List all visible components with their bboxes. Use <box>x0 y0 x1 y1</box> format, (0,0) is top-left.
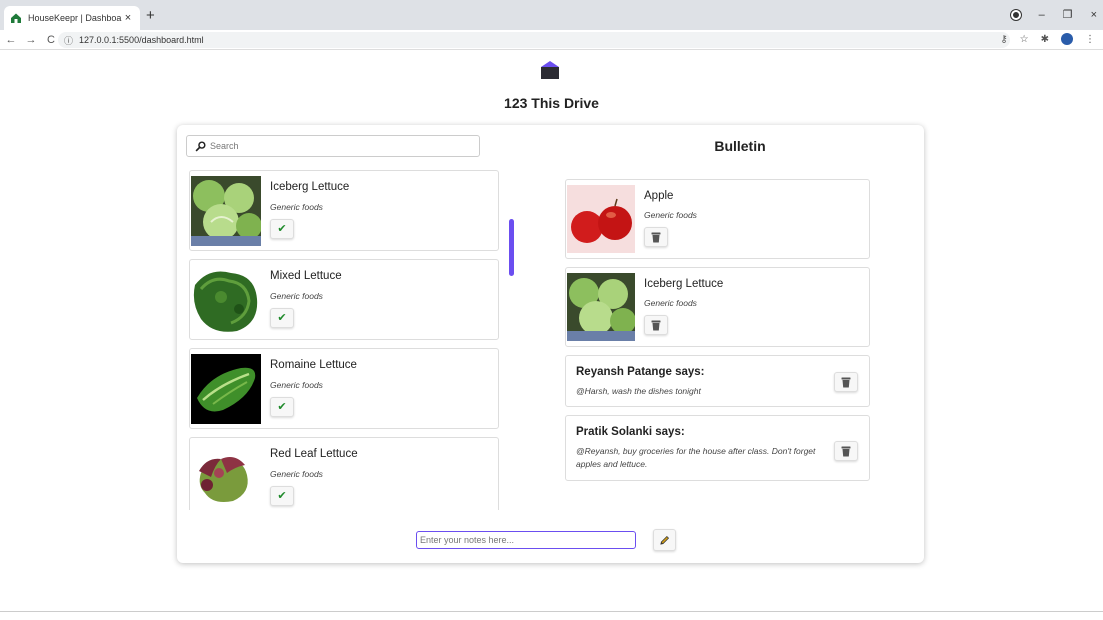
iceberg-lettuce-image <box>191 176 261 246</box>
trash-icon <box>651 320 661 330</box>
trash-icon <box>651 232 661 242</box>
browser-tab-bar: HouseKeepr | Dashboard × + – ❐ × <box>0 0 1103 30</box>
bulletin-heading: Bulletin <box>714 138 766 154</box>
address-bar[interactable]: ⓘ 127.0.0.1:5500/dashboard.html <box>58 32 1010 48</box>
note-text: @Harsh, wash the dishes tonight <box>576 386 701 396</box>
bulletin-food-category: Generic foods <box>644 210 697 220</box>
minimize-button[interactable]: – <box>1039 9 1045 21</box>
food-category: Generic foods <box>270 202 323 212</box>
window-controls: – ❐ × <box>1010 8 1097 21</box>
tab-title: HouseKeepr | Dashboard <box>28 13 122 23</box>
forward-button[interactable]: → <box>22 34 40 46</box>
red-leaf-lettuce-image <box>191 443 261 510</box>
back-button[interactable]: ← <box>2 34 20 46</box>
check-icon: ✔ <box>277 489 287 502</box>
profile-icon[interactable] <box>1010 9 1021 20</box>
food-card-mixed-lettuce: Mixed Lettuce Generic foods ✔ <box>189 259 499 340</box>
url-text: 127.0.0.1:5500/dashboard.html <box>79 35 204 45</box>
trash-icon <box>841 377 851 387</box>
search-input[interactable] <box>210 141 470 151</box>
food-category: Generic foods <box>270 291 323 301</box>
delete-bulletin-item-button[interactable] <box>644 315 668 335</box>
note-author: Pratik Solanki says: <box>576 426 685 438</box>
apple-image <box>567 185 635 253</box>
bulletin-note: Reyansh Patange says: @Harsh, wash the d… <box>565 355 870 407</box>
bookmark-star-icon[interactable]: ☆ <box>1020 34 1029 45</box>
browser-toolbar: ← → C ⓘ 127.0.0.1:5500/dashboard.html ⚷ … <box>0 30 1103 50</box>
dashboard-page: 123 This Drive Iceberg <box>0 51 1103 620</box>
search-icon <box>195 140 206 151</box>
bulletin-food-category: Generic foods <box>644 298 697 308</box>
post-note-button[interactable] <box>653 529 676 551</box>
house-favicon-icon <box>11 13 21 23</box>
add-to-bulletin-button[interactable]: ✔ <box>270 308 294 328</box>
food-card-red-leaf-lettuce: Red Leaf Lettuce Generic foods ✔ <box>189 437 499 510</box>
check-icon: ✔ <box>277 400 287 413</box>
bulletin-food-name: Iceberg Lettuce <box>644 278 724 290</box>
notes-input[interactable] <box>416 531 636 549</box>
food-list: Iceberg Lettuce Generic foods ✔ Mixed Le… <box>189 170 499 510</box>
food-card-iceberg-lettuce: Iceberg Lettuce Generic foods ✔ <box>189 170 499 251</box>
close-window-button[interactable]: × <box>1091 9 1097 21</box>
footer-divider <box>0 611 1103 612</box>
add-to-bulletin-button[interactable]: ✔ <box>270 486 294 506</box>
delete-note-button[interactable] <box>834 441 858 461</box>
note-author: Reyansh Patange says: <box>576 366 705 378</box>
profile-avatar-icon[interactable] <box>1061 33 1073 45</box>
pencil-icon <box>660 535 670 545</box>
search-box[interactable] <box>186 135 480 157</box>
restore-button[interactable]: ❐ <box>1063 8 1073 21</box>
note-text: @Reyansh, buy groceries for the house af… <box>576 446 816 469</box>
add-to-bulletin-button[interactable]: ✔ <box>270 219 294 239</box>
food-card-romaine-lettuce: Romaine Lettuce Generic foods ✔ <box>189 348 499 429</box>
extensions-puzzle-icon[interactable]: ✱ <box>1041 34 1049 45</box>
toolbar-actions: ⚷ ☆ ✱ ⋮ <box>1000 33 1095 45</box>
food-name: Romaine Lettuce <box>270 359 357 371</box>
house-icon <box>541 61 559 79</box>
mixed-lettuce-image <box>191 265 261 335</box>
food-list-scrollbar[interactable] <box>509 219 514 276</box>
food-name: Red Leaf Lettuce <box>270 448 358 460</box>
bulletin-food-name: Apple <box>644 190 674 202</box>
bulletin-card-apple: Apple Generic foods <box>565 179 870 259</box>
browser-tab[interactable]: HouseKeepr | Dashboard × <box>4 6 140 30</box>
password-key-icon[interactable]: ⚷ <box>1000 34 1007 45</box>
food-name: Mixed Lettuce <box>270 270 342 282</box>
romaine-lettuce-image <box>191 354 261 424</box>
delete-note-button[interactable] <box>834 372 858 392</box>
tab-close-icon[interactable]: × <box>122 12 134 24</box>
house-name-heading: 123 This Drive <box>504 95 599 111</box>
new-tab-button[interactable]: + <box>146 8 155 23</box>
iceberg-lettuce-image <box>567 273 635 341</box>
site-info-icon[interactable]: ⓘ <box>64 34 73 47</box>
dashboard-card: Iceberg Lettuce Generic foods ✔ Mixed Le… <box>177 125 924 563</box>
food-category: Generic foods <box>270 380 323 390</box>
bulletin-card-iceberg-lettuce: Iceberg Lettuce Generic foods <box>565 267 870 347</box>
food-name: Iceberg Lettuce <box>270 181 350 193</box>
food-category: Generic foods <box>270 469 323 479</box>
check-icon: ✔ <box>277 311 287 324</box>
trash-icon <box>841 446 851 456</box>
check-icon: ✔ <box>277 222 287 235</box>
browser-menu-icon[interactable]: ⋮ <box>1085 34 1095 45</box>
add-to-bulletin-button[interactable]: ✔ <box>270 397 294 417</box>
bulletin-note: Pratik Solanki says: @Reyansh, buy groce… <box>565 415 870 481</box>
delete-bulletin-item-button[interactable] <box>644 227 668 247</box>
